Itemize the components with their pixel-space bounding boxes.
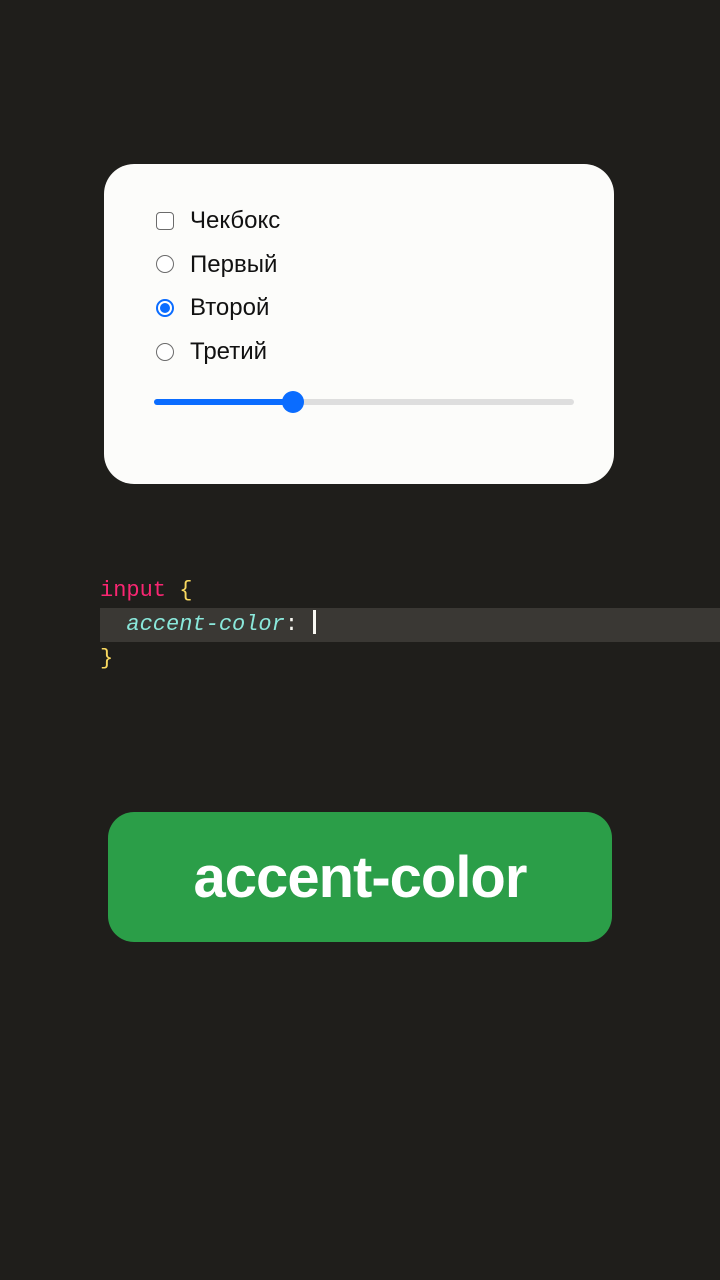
- radio-dot-icon: [160, 303, 170, 313]
- radio-label-1: Первый: [190, 248, 277, 282]
- radio-icon: [156, 255, 174, 273]
- radio-label-3: Третий: [190, 335, 267, 369]
- slider-fill: [154, 399, 293, 405]
- checkbox-icon: [156, 212, 174, 230]
- demo-card: Чекбокс Первый Второй Третий: [104, 164, 614, 484]
- title-pill: accent-color: [108, 812, 612, 942]
- radio-input-2[interactable]: [154, 297, 176, 319]
- code-brace-open: {: [179, 578, 192, 603]
- radio-input-3[interactable]: [154, 341, 176, 363]
- range-slider[interactable]: [154, 392, 574, 412]
- radio-label-2: Второй: [190, 291, 269, 325]
- radio-row-1: Первый: [154, 248, 574, 282]
- code-line-2[interactable]: accent-color:: [100, 608, 720, 642]
- checkbox-label: Чекбокс: [190, 204, 280, 238]
- radio-icon: [156, 343, 174, 361]
- text-caret-icon: [313, 610, 316, 634]
- code-brace-close: }: [100, 646, 113, 671]
- code-property: accent-color: [126, 612, 284, 637]
- code-block: input { accent-color: }: [100, 574, 720, 676]
- radio-icon: [156, 299, 174, 317]
- title-pill-label: accent-color: [194, 844, 527, 911]
- code-line-3: }: [100, 646, 113, 671]
- checkbox-input[interactable]: [154, 210, 176, 232]
- radio-row-2: Второй: [154, 291, 574, 325]
- code-line-1: input {: [100, 578, 192, 603]
- code-colon: :: [285, 612, 298, 637]
- radio-row-3: Третий: [154, 335, 574, 369]
- code-selector: input: [100, 578, 166, 603]
- radio-input-1[interactable]: [154, 253, 176, 275]
- checkbox-row: Чекбокс: [154, 204, 574, 238]
- slider-thumb-icon[interactable]: [282, 391, 304, 413]
